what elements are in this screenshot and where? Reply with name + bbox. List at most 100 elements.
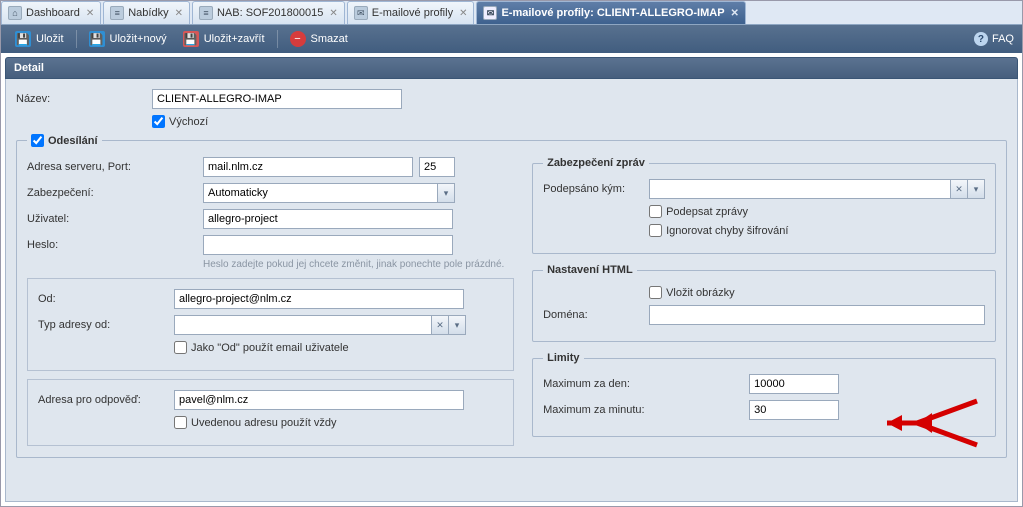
chevron-down-icon[interactable]: ▾ (448, 316, 465, 334)
tab-label: Nabídky (128, 7, 168, 19)
from-input[interactable] (174, 289, 464, 309)
sign-messages-label: Podepsat zprávy (666, 206, 748, 218)
tab-label: Dashboard (26, 7, 80, 19)
tab-label: NAB: SOF201800015 (217, 7, 323, 19)
mail-icon: ✉ (483, 6, 497, 20)
sign-messages-input[interactable] (649, 205, 662, 218)
from-label: Od: (38, 293, 168, 305)
domain-label: Doména: (543, 309, 643, 321)
faq-link[interactable]: ? FAQ (974, 32, 1014, 46)
max-min-input[interactable] (749, 400, 839, 420)
delete-icon: − (290, 31, 306, 47)
chevron-down-icon[interactable]: ▾ (967, 180, 984, 198)
embed-images-label: Vložit obrázky (666, 287, 734, 299)
limits-legend: Limity (543, 352, 583, 364)
separator (76, 30, 77, 48)
user-label: Uživatel: (27, 213, 197, 225)
reply-input[interactable] (174, 390, 464, 410)
save-close-icon: 💾 (183, 31, 199, 47)
message-security-group: Zabezpečení zpráv Podepsáno kým: ✕ ▾ (532, 157, 996, 254)
from-type-value[interactable] (175, 316, 431, 334)
document-icon: ≡ (199, 6, 213, 20)
sending-legend: Odesílání (48, 135, 98, 147)
max-day-input[interactable] (749, 374, 839, 394)
clear-icon[interactable]: ✕ (950, 180, 967, 198)
max-min-label: Maximum za minutu: (543, 404, 743, 416)
ignore-enc-errors-input[interactable] (649, 224, 662, 237)
clear-icon[interactable]: ✕ (431, 316, 448, 334)
save-new-button[interactable]: 💾 Uložit+nový (83, 29, 173, 49)
save-button[interactable]: 💾 Uložit (9, 29, 70, 49)
signed-by-label: Podepsáno kým: (543, 183, 643, 195)
sending-toggle-input[interactable] (31, 134, 44, 147)
reply-always-input[interactable] (174, 416, 187, 429)
tab-email-profile-detail[interactable]: ✉ E-mailové profily: CLIENT-ALLEGRO-IMAP… (476, 1, 745, 24)
delete-button[interactable]: − Smazat (284, 29, 354, 49)
html-settings-group: Nastavení HTML Vložit obrázky Doména: (532, 264, 996, 342)
embed-images-checkbox[interactable]: Vložit obrázky (649, 286, 734, 299)
reply-label: Adresa pro odpověď: (38, 394, 168, 406)
close-icon[interactable]: ✕ (731, 8, 739, 19)
security-label: Zabezpečení: (27, 187, 197, 199)
close-icon[interactable]: ✕ (459, 8, 467, 19)
from-use-user-email-label: Jako "Od" použít email uživatele (191, 342, 349, 354)
tab-label: E-mailové profily: CLIENT-ALLEGRO-IMAP (501, 7, 724, 19)
domain-input[interactable] (649, 305, 985, 325)
toolbar: 💾 Uložit 💾 Uložit+nový 💾 Uložit+zavřít −… (1, 25, 1022, 53)
user-input[interactable] (203, 209, 453, 229)
reply-always-label: Uvedenou adresu použít vždy (191, 417, 337, 429)
server-label: Adresa serveru, Port: (27, 161, 197, 173)
signed-by-select[interactable]: ✕ ▾ (649, 179, 985, 199)
server-host-input[interactable] (203, 157, 413, 177)
faq-label: FAQ (992, 33, 1014, 45)
tab-nabidky[interactable]: ≡ Nabídky ✕ (103, 1, 190, 24)
save-close-button[interactable]: 💾 Uložit+zavřít (177, 29, 271, 49)
help-icon: ? (974, 32, 988, 46)
from-box: Od: Typ adresy od: ✕ ▾ (27, 278, 514, 371)
default-checkbox-label: Výchozí (169, 116, 208, 128)
max-day-label: Maximum za den: (543, 378, 743, 390)
close-icon[interactable]: ✕ (329, 8, 337, 19)
reply-box: Adresa pro odpověď: Uvedenou adresu použ… (27, 379, 514, 446)
mail-icon: ✉ (354, 6, 368, 20)
delete-label: Smazat (311, 33, 348, 45)
message-security-legend: Zabezpečení zpráv (543, 157, 649, 169)
tab-dashboard[interactable]: ⌂ Dashboard ✕ (1, 1, 101, 24)
save-icon: 💾 (15, 31, 31, 47)
html-settings-legend: Nastavení HTML (543, 264, 637, 276)
close-icon[interactable]: ✕ (175, 8, 183, 19)
sending-group: Odesílání Adresa serveru, Port: Zabezpeč… (16, 134, 1007, 458)
detail-panel: Název: Výchozí Odesílání Adresa s (5, 79, 1018, 502)
separator (277, 30, 278, 48)
name-label: Název: (16, 93, 146, 105)
password-label: Heslo: (27, 239, 197, 251)
password-input[interactable] (203, 235, 453, 255)
home-icon: ⌂ (8, 6, 22, 20)
sign-messages-checkbox[interactable]: Podepsat zprávy (649, 205, 748, 218)
tab-email-profiles[interactable]: ✉ E-mailové profily ✕ (347, 1, 475, 24)
chevron-down-icon[interactable]: ▾ (437, 184, 454, 202)
limits-group: Limity Maximum za den: Maximum za minutu… (532, 352, 996, 437)
from-use-user-email[interactable]: Jako "Od" použít email uživatele (174, 341, 349, 354)
name-input[interactable] (152, 89, 402, 109)
save-label: Uložit (36, 33, 64, 45)
sending-toggle[interactable]: Odesílání (31, 134, 98, 147)
ignore-enc-errors-checkbox[interactable]: Ignorovat chyby šifrování (649, 224, 788, 237)
close-icon[interactable]: ✕ (86, 8, 94, 19)
document-icon: ≡ (110, 6, 124, 20)
from-type-select[interactable]: ✕ ▾ (174, 315, 466, 335)
section-title: Detail (5, 57, 1018, 79)
security-value[interactable] (204, 184, 437, 202)
save-new-label: Uložit+nový (110, 33, 167, 45)
reply-always-checkbox[interactable]: Uvedenou adresu použít vždy (174, 416, 337, 429)
embed-images-input[interactable] (649, 286, 662, 299)
tab-nab-sof[interactable]: ≡ NAB: SOF201800015 ✕ (192, 1, 345, 24)
password-hint: Heslo zadejte pokud jej chcete změnit, j… (203, 259, 514, 270)
signed-by-value[interactable] (650, 180, 950, 198)
from-use-user-email-input[interactable] (174, 341, 187, 354)
server-port-input[interactable] (419, 157, 455, 177)
default-checkbox-input[interactable] (152, 115, 165, 128)
default-checkbox[interactable]: Výchozí (152, 115, 208, 128)
security-select[interactable]: ▾ (203, 183, 455, 203)
tab-bar: ⌂ Dashboard ✕ ≡ Nabídky ✕ ≡ NAB: SOF2018… (1, 1, 1022, 25)
